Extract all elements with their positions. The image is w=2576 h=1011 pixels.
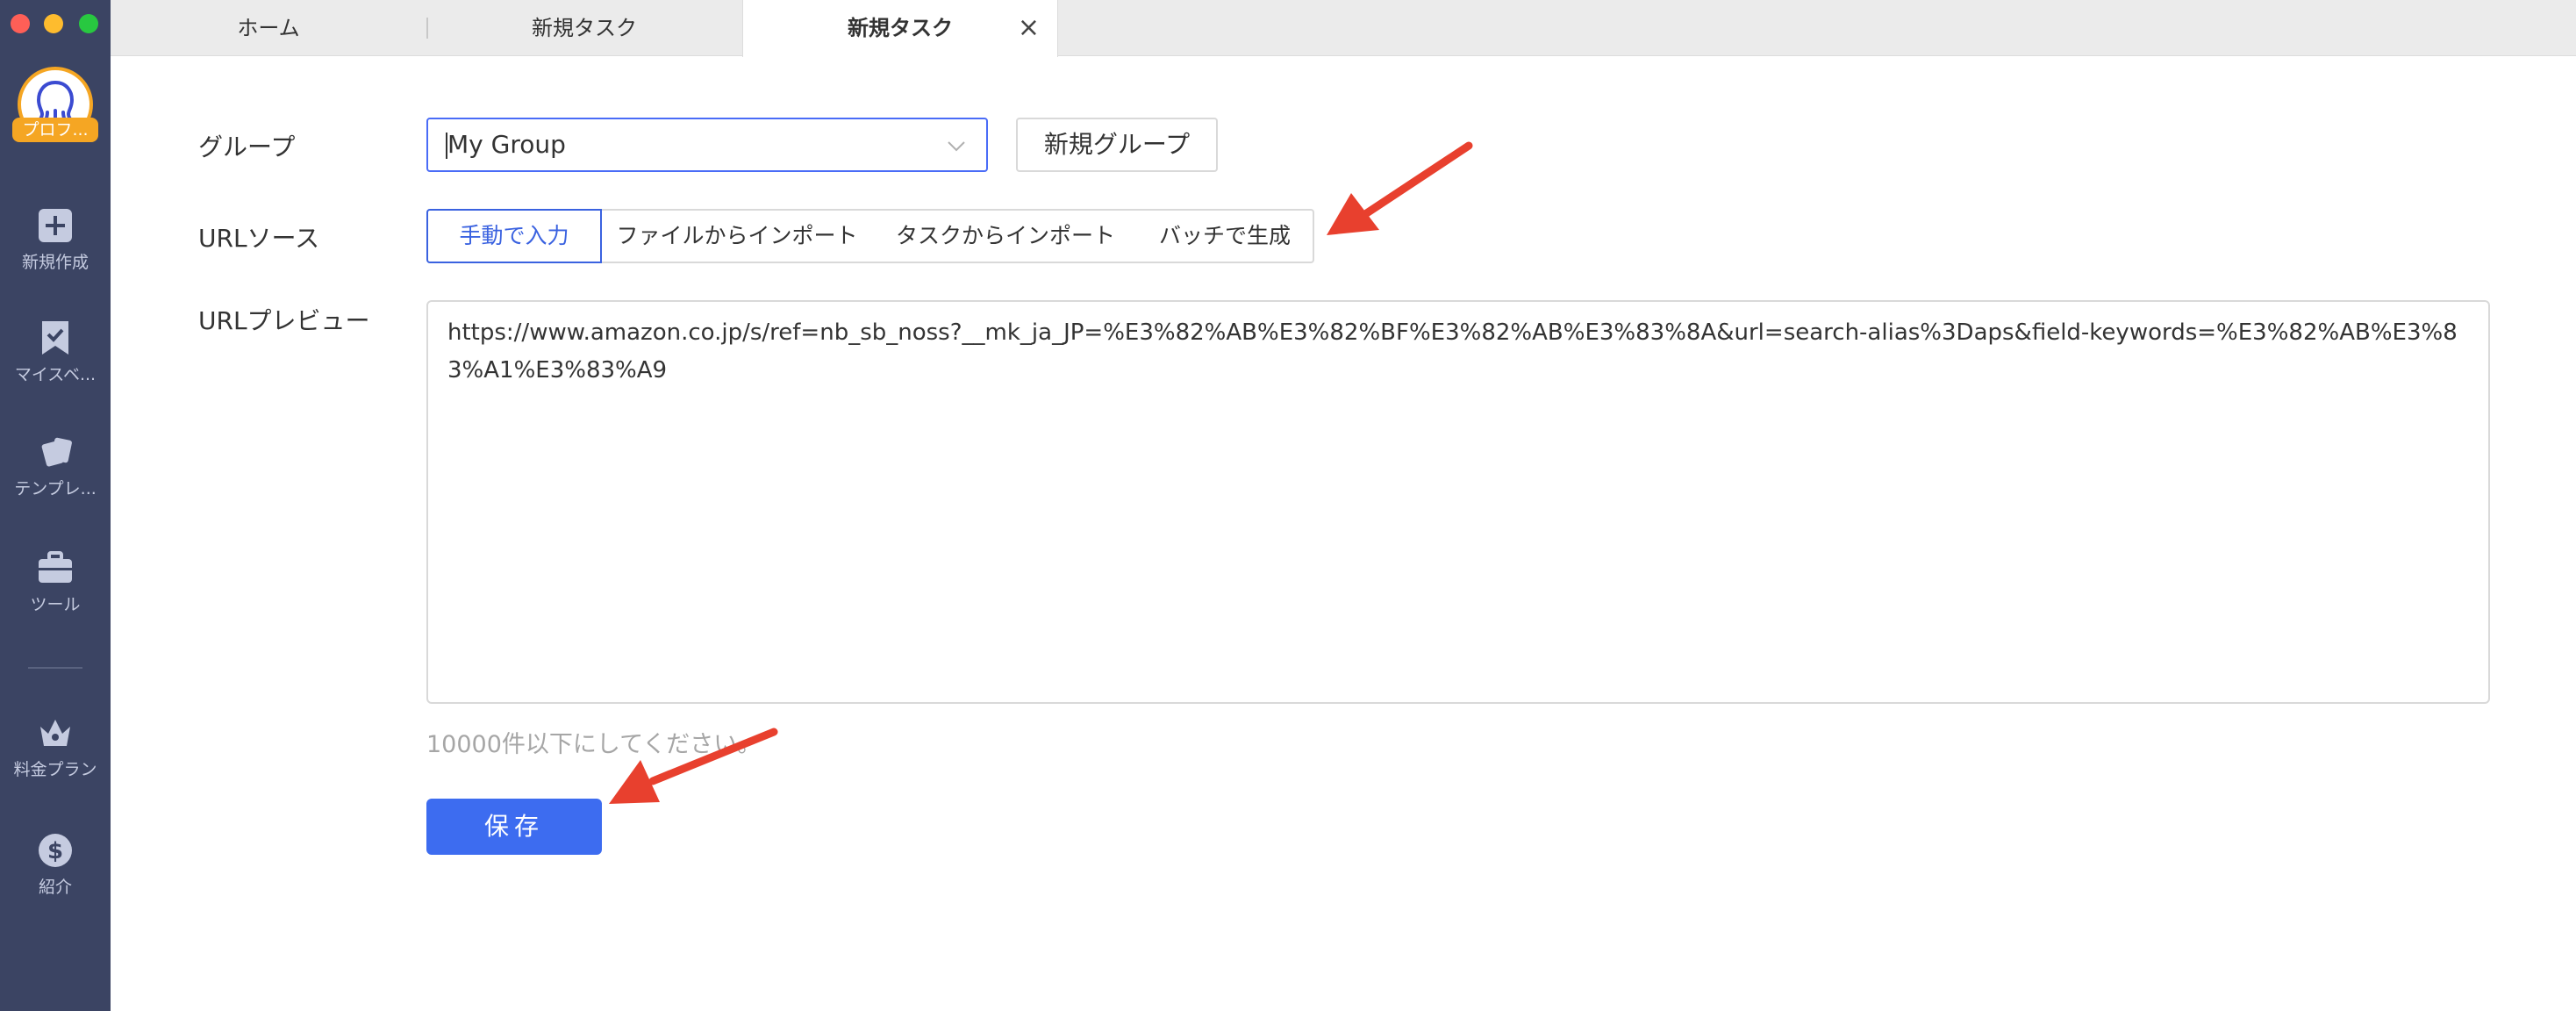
url-source-manual[interactable]: 手動で入力 <box>426 209 602 263</box>
tab-label: 新規タスク <box>532 16 637 40</box>
close-icon[interactable]: × <box>1018 0 1040 56</box>
sidebar-item-referral[interactable]: $ 紹介 <box>0 832 111 898</box>
bookmark-icon <box>42 321 68 355</box>
sidebar-item-new[interactable]: 新規作成 <box>0 207 111 273</box>
chevron-down-icon <box>948 141 965 152</box>
profile-avatar[interactable]: プロフ... <box>12 63 98 149</box>
window-zoom-button[interactable] <box>79 14 98 33</box>
tab-home[interactable]: ホーム <box>111 0 426 56</box>
annotation-arrow-icon <box>609 728 778 804</box>
sidebar-item-label: テンプレ... <box>14 479 97 498</box>
save-button[interactable]: 保存 <box>426 799 602 855</box>
url-source-batch-generate[interactable]: バッチで生成 <box>1137 209 1314 263</box>
url-preview-label: URLプレビュー <box>198 306 370 335</box>
sidebar: プロフ... 新規作成 マイスベ... テンプレ... ツール 料金プラン $ … <box>0 0 111 1011</box>
dollar-icon: $ <box>39 834 72 867</box>
url-source-task-import[interactable]: タスクからインポート <box>874 209 1139 263</box>
url-source-file-import[interactable]: ファイルからインポート <box>600 209 876 263</box>
sidebar-item-label: 紹介 <box>38 878 72 897</box>
group-select-value: My Group <box>447 130 566 159</box>
new-group-button[interactable]: 新規グループ <box>1016 118 1218 172</box>
profile-tag: プロフ... <box>12 118 98 142</box>
url-preview-textarea[interactable]: https://www.amazon.co.jp/s/ref=nb_sb_nos… <box>426 300 2490 704</box>
svg-text:$: $ <box>47 838 63 864</box>
sidebar-item-templates[interactable]: テンプレ... <box>0 434 111 499</box>
annotation-arrow-icon <box>1327 141 1473 235</box>
sidebar-item-label: 新規作成 <box>21 253 89 272</box>
sidebar-item-label: マイスベ... <box>14 365 97 384</box>
url-source-label: URLソース <box>198 224 320 253</box>
sidebar-item-label: ツール <box>30 595 81 614</box>
sidebar-item-tools[interactable]: ツール <box>0 549 111 615</box>
sidebar-divider <box>28 667 82 669</box>
tab-new-task[interactable]: 新規タスク <box>426 0 742 56</box>
plus-square-icon <box>39 209 72 242</box>
sidebar-item-label: 料金プラン <box>13 760 97 779</box>
template-icon <box>41 437 72 467</box>
tab-bar: ホーム 新規タスク 新規タスク × <box>111 0 2576 57</box>
window-minimize-button[interactable] <box>44 14 63 33</box>
group-select[interactable]: My Group <box>426 118 988 172</box>
toolbox-icon <box>39 551 72 583</box>
crown-icon <box>40 720 70 746</box>
tab-label: 新規タスク <box>848 16 953 40</box>
sidebar-item-my-space[interactable]: マイスベ... <box>0 319 111 385</box>
tab-label: ホーム <box>237 16 300 40</box>
sidebar-item-pricing[interactable]: 料金プラン <box>0 714 111 780</box>
group-label: グループ <box>198 133 296 161</box>
tab-new-task-active[interactable]: 新規タスク × <box>742 0 1058 57</box>
window-close-button[interactable] <box>11 14 30 33</box>
